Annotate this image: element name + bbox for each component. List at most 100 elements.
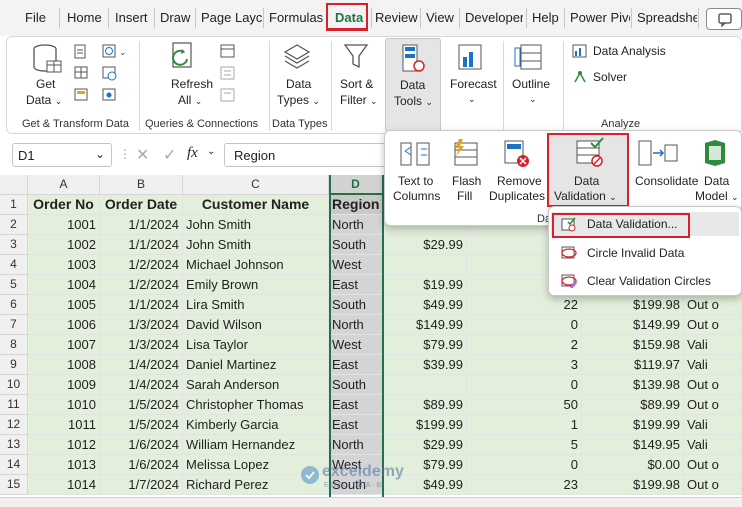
data-tools-button[interactable]: Data Tools ⌄ <box>385 38 441 132</box>
cell-order-no[interactable]: 1013 <box>28 455 100 475</box>
cell-unit-price[interactable]: $29.99 <box>383 235 467 255</box>
cell-unit-price[interactable]: $199.99 <box>383 415 467 435</box>
text-to-columns-button[interactable]: Text to Columns <box>391 137 443 207</box>
cell-order-no[interactable]: 1009 <box>28 375 100 395</box>
column-header-b[interactable]: B <box>100 175 183 195</box>
cell-unit-price[interactable] <box>383 255 467 275</box>
cell-order-date[interactable]: 1/2/2024 <box>100 255 183 275</box>
cell-order-no[interactable]: 1007 <box>28 335 100 355</box>
cell-order-date[interactable]: 1/5/2024 <box>100 395 183 415</box>
tab-draw[interactable]: Draw <box>160 10 190 25</box>
cell-unit-price[interactable]: $89.99 <box>383 395 467 415</box>
cell-order-date[interactable]: 1/1/2024 <box>100 215 183 235</box>
sort-filter-button[interactable]: Sort & Filter ⌄ <box>337 41 381 111</box>
header-order-date[interactable]: Order Date <box>100 195 183 215</box>
row-header[interactable]: 15 <box>0 475 28 495</box>
header-region[interactable]: Region <box>329 195 383 215</box>
cell-unit-price[interactable]: $29.99 <box>383 435 467 455</box>
cell-customer-name[interactable]: Daniel Martinez <box>183 355 329 375</box>
enter-icon[interactable]: ✓ <box>163 145 176 165</box>
cell-total[interactable]: $139.98 <box>582 375 684 395</box>
cell-quantity[interactable]: 22 <box>467 295 582 315</box>
cell-customer-name[interactable]: Sarah Anderson <box>183 375 329 395</box>
cell-quantity[interactable]: 0 <box>467 375 582 395</box>
cell-total[interactable]: $89.99 <box>582 395 684 415</box>
cell-region[interactable]: North <box>329 435 383 455</box>
cell-customer-name[interactable]: John Smith <box>183 235 329 255</box>
name-box[interactable]: D1 ⌄ <box>12 143 112 167</box>
queries-small-icons[interactable] <box>219 43 239 107</box>
cell-status[interactable]: Out o <box>684 475 742 495</box>
cell-customer-name[interactable]: Lisa Taylor <box>183 335 329 355</box>
select-all-corner[interactable] <box>0 175 28 195</box>
tab-file[interactable]: File <box>25 10 46 25</box>
cell-order-date[interactable]: 1/1/2024 <box>100 295 183 315</box>
cell-region[interactable]: South <box>329 295 383 315</box>
cell-order-no[interactable]: 1002 <box>28 235 100 255</box>
cell-status[interactable]: Out o <box>684 395 742 415</box>
cell-total[interactable]: $119.97 <box>582 355 684 375</box>
row-header[interactable]: 12 <box>0 415 28 435</box>
row-header[interactable]: 8 <box>0 335 28 355</box>
cell-status[interactable]: Vali <box>684 435 742 455</box>
cell-quantity[interactable]: 2 <box>467 335 582 355</box>
cell-order-date[interactable]: 1/7/2024 <box>100 475 183 495</box>
cell-region[interactable]: South <box>329 375 383 395</box>
header-customer-name[interactable]: Customer Name <box>183 195 329 215</box>
cell-order-date[interactable]: 1/6/2024 <box>100 455 183 475</box>
cell-customer-name[interactable]: Lira Smith <box>183 295 329 315</box>
cell-region[interactable]: East <box>329 275 383 295</box>
cell-total[interactable]: $199.98 <box>582 295 684 315</box>
cell-status[interactable]: Vali <box>684 355 742 375</box>
tab-view[interactable]: View <box>426 10 454 25</box>
tab-insert[interactable]: Insert <box>115 10 148 25</box>
cell-unit-price[interactable]: $39.99 <box>383 355 467 375</box>
cell-region[interactable]: West <box>329 255 383 275</box>
cell-order-no[interactable]: 1001 <box>28 215 100 235</box>
cell-quantity[interactable]: 0 <box>467 315 582 335</box>
row-header[interactable]: 11 <box>0 395 28 415</box>
get-transform-small-icons[interactable]: ⌄ <box>73 43 133 107</box>
cell-total[interactable]: $149.95 <box>582 435 684 455</box>
cell-order-date[interactable]: 1/3/2024 <box>100 315 183 335</box>
cell-status[interactable]: Out o <box>684 455 742 475</box>
row-header[interactable]: 9 <box>0 355 28 375</box>
cell-customer-name[interactable]: Kimberly Garcia <box>183 415 329 435</box>
refresh-all-button[interactable]: Refresh All ⌄ <box>165 41 219 111</box>
cell-unit-price[interactable]: $49.99 <box>383 295 467 315</box>
cell-unit-price[interactable]: $149.99 <box>383 315 467 335</box>
column-header-c[interactable]: C <box>183 175 329 195</box>
data-analysis-button[interactable]: Data Analysis <box>571 43 691 61</box>
cell-customer-name[interactable]: Christopher Thomas <box>183 395 329 415</box>
cell-order-no[interactable]: 1006 <box>28 315 100 335</box>
cell-order-no[interactable]: 1011 <box>28 415 100 435</box>
cell-order-date[interactable]: 1/5/2024 <box>100 415 183 435</box>
cell-total[interactable]: $0.00 <box>582 455 684 475</box>
cell-order-no[interactable]: 1010 <box>28 395 100 415</box>
cell-region[interactable]: East <box>329 355 383 375</box>
tab-help[interactable]: Help <box>532 10 559 25</box>
cell-customer-name[interactable]: John Smith <box>183 215 329 235</box>
remove-duplicates-button[interactable]: Remove Duplicates <box>487 137 547 207</box>
outline-button[interactable]: Outline ⌄ <box>509 41 557 111</box>
cell-order-date[interactable]: 1/2/2024 <box>100 275 183 295</box>
cell-region[interactable]: North <box>329 215 383 235</box>
column-header-d[interactable]: D <box>329 175 383 195</box>
consolidate-button[interactable]: Consolidate <box>633 137 698 193</box>
row-header[interactable]: 6 <box>0 295 28 315</box>
tab-formulas[interactable]: Formulas <box>269 10 323 25</box>
tab-spreadsheet[interactable]: Spreadshe <box>637 10 697 25</box>
cell-total[interactable]: $149.99 <box>582 315 684 335</box>
tab-developer[interactable]: Developer <box>465 10 523 25</box>
cell-order-date[interactable]: 1/4/2024 <box>100 355 183 375</box>
formula-input[interactable]: Region <box>224 143 394 167</box>
row-header[interactable]: 4 <box>0 255 28 275</box>
cancel-icon[interactable]: ✕ <box>136 145 149 165</box>
cell-status[interactable]: Vali <box>684 415 742 435</box>
cell-order-no[interactable]: 1003 <box>28 255 100 275</box>
tab-review[interactable]: Review <box>375 10 418 25</box>
sheet-tab-bar[interactable] <box>0 497 742 507</box>
data-model-button[interactable]: Data Model ⌄ <box>691 137 741 207</box>
solver-button[interactable]: Solver <box>571 69 651 87</box>
row-header[interactable]: 5 <box>0 275 28 295</box>
